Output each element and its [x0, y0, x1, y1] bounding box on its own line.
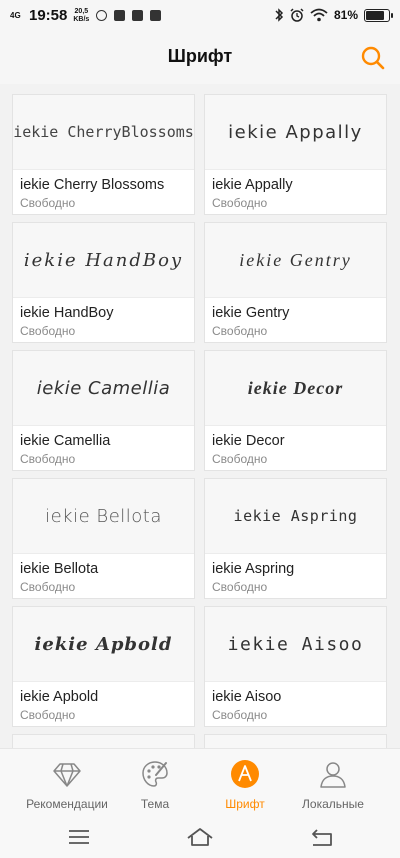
font-card[interactable]: iekie HandBoy iekie HandBoy Свободно: [12, 222, 195, 343]
font-card[interactable]: iekie Decor iekie Decor Свободно: [204, 350, 387, 471]
font-price: Свободно: [20, 324, 76, 338]
system-nav-bar: [0, 818, 400, 858]
font-card[interactable]: iekie Aspring iekie Aspring Свободно: [204, 478, 387, 599]
font-preview: iekie Camellia: [13, 351, 194, 426]
notification-icon: [114, 10, 126, 21]
wifi-icon: [310, 8, 328, 22]
tab-font[interactable]: Шрифт: [195, 749, 295, 819]
font-name: iekie HandBoy: [20, 305, 114, 321]
notification-icon: [132, 10, 144, 21]
font-preview: iekie Aspring: [205, 479, 386, 554]
page-title: Шрифт: [167, 46, 233, 66]
battery-icon: [364, 8, 393, 22]
tab-recommendations[interactable]: Рекомендации: [17, 749, 117, 819]
font-preview: iekie Decor: [205, 351, 386, 426]
user-icon: [320, 762, 346, 788]
font-icon: [231, 760, 259, 788]
font-preview: iekie Apbold: [13, 607, 194, 682]
network-indicator: 4G: [10, 10, 21, 20]
font-name: iekie Aisoo: [212, 689, 282, 705]
font-card[interactable]: iekie Aisoo iekie Aisoo Свободно: [204, 606, 387, 727]
bottom-tab-bar: Рекомендации Тема Шрифт Локальные: [0, 748, 400, 818]
font-preview: [205, 735, 386, 748]
font-preview: iekie CherryBlossoms: [13, 95, 194, 170]
notification-icon: [150, 10, 162, 21]
font-price: Свободно: [20, 452, 76, 466]
battery-level: [366, 10, 384, 20]
back-icon[interactable]: [310, 826, 336, 848]
font-card[interactable]: iekie Camellia iekie Camellia Свободно: [12, 350, 195, 471]
menu-icon[interactable]: [66, 826, 92, 848]
font-preview: iekie HandBoy: [13, 223, 194, 298]
font-grid: iekie CherryBlossoms iekie Cherry Blosso…: [12, 94, 388, 748]
font-name: iekie Decor: [212, 433, 285, 449]
font-preview: [13, 735, 194, 748]
tab-local[interactable]: Локальные: [283, 749, 383, 819]
font-preview: iekie Appally: [205, 95, 386, 170]
font-card[interactable]: iekie Appally iekie Appally Свободно: [204, 94, 387, 215]
font-preview: iekie Bellota: [13, 479, 194, 554]
font-price: Свободно: [20, 580, 76, 594]
font-price: Свободно: [212, 196, 268, 210]
font-name: iekie Gentry: [212, 305, 290, 321]
app-header: Шрифт: [0, 34, 400, 84]
font-price: Свободно: [212, 452, 268, 466]
tab-theme[interactable]: Тема: [105, 749, 205, 819]
battery-percent: 81%: [333, 8, 358, 22]
font-preview: iekie Gentry: [205, 223, 386, 298]
font-name: iekie Aspring: [212, 561, 295, 577]
font-name: iekie Camellia: [20, 433, 111, 449]
home-icon[interactable]: [187, 826, 213, 848]
font-price: Свободно: [212, 324, 268, 338]
font-card[interactable]: [12, 734, 195, 748]
font-name: iekie Bellota: [20, 561, 99, 577]
status-bar: 4G 19:58 20,5 KB/s 81%: [0, 0, 400, 34]
font-card[interactable]: iekie CherryBlossoms iekie Cherry Blosso…: [12, 94, 195, 215]
font-price: Свободно: [212, 580, 268, 594]
clock: 19:58: [29, 7, 68, 24]
diamond-icon: [53, 763, 81, 787]
font-name: iekie Appally: [212, 177, 293, 193]
font-card[interactable]: [204, 734, 387, 748]
bluetooth-icon: [275, 8, 284, 22]
font-name: iekie Apbold: [20, 689, 99, 705]
font-card[interactable]: iekie Gentry iekie Gentry Свободно: [204, 222, 387, 343]
font-name: iekie Cherry Blossoms: [20, 177, 165, 193]
alarm-icon: [290, 8, 304, 22]
whatsapp-icon: [96, 10, 108, 21]
font-preview: iekie Aisoo: [205, 607, 386, 682]
network-speed: 20,5 KB/s: [73, 7, 90, 23]
font-price: Свободно: [20, 196, 76, 210]
font-card[interactable]: iekie Bellota iekie Bellota Свободно: [12, 478, 195, 599]
font-price: Свободно: [212, 708, 268, 722]
palette-icon: [142, 761, 168, 787]
font-price: Свободно: [20, 708, 76, 722]
search-icon[interactable]: [360, 45, 386, 71]
font-card[interactable]: iekie Apbold iekie Apbold Свободно: [12, 606, 195, 727]
